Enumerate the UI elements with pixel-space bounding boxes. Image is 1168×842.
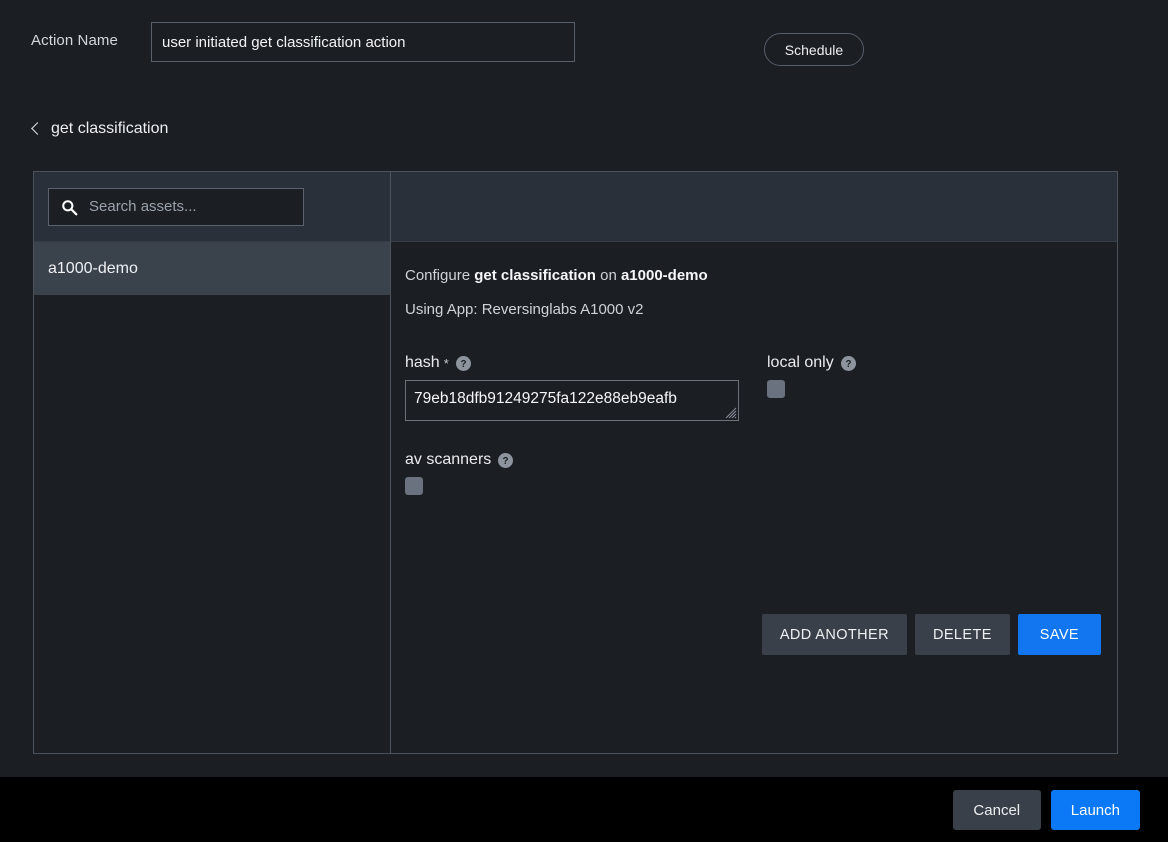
- hash-field: hash * ? 79eb18dfb91249275fa122e88eb9eaf…: [405, 354, 767, 421]
- cancel-button[interactable]: Cancel: [952, 790, 1041, 830]
- fields-container: hash * ? 79eb18dfb91249275fa122e88eb9eaf…: [405, 354, 1117, 495]
- footer-buttons: Cancel Launch: [952, 790, 1140, 830]
- assets-search-header: [34, 172, 390, 242]
- local-only-checkbox[interactable]: [767, 380, 785, 398]
- asset-list-item[interactable]: a1000-demo: [34, 242, 390, 295]
- action-name-row: Action Name Schedule: [0, 0, 1168, 88]
- using-app-label: Using App: Reversinglabs A1000 v2: [405, 301, 644, 318]
- hash-input[interactable]: 79eb18dfb91249275fa122e88eb9eafb: [406, 381, 738, 420]
- configure-title: Configure get classification on a1000-de…: [405, 267, 1117, 284]
- av-scanners-field: av scanners ?: [405, 451, 767, 495]
- config-body: Configure get classification on a1000-de…: [391, 242, 1117, 753]
- av-scanners-checkbox[interactable]: [405, 477, 423, 495]
- save-button[interactable]: SAVE: [1017, 614, 1101, 655]
- action-name-label: Action Name: [31, 32, 118, 49]
- footer-bar: Cancel Launch: [0, 777, 1168, 842]
- av-scanners-label: av scanners: [405, 451, 492, 468]
- config-column: Configure get classification on a1000-de…: [391, 172, 1117, 753]
- config-header-bar: [391, 172, 1117, 242]
- svg-text:?: ?: [845, 358, 851, 369]
- launch-button[interactable]: Launch: [1050, 790, 1140, 830]
- action-name-input[interactable]: [151, 22, 575, 62]
- hash-field-label-row: hash * ?: [405, 354, 767, 372]
- schedule-button[interactable]: Schedule: [764, 33, 864, 66]
- configure-conjunction: on: [600, 267, 617, 284]
- delete-button[interactable]: DELETE: [914, 614, 1010, 655]
- svg-text:?: ?: [460, 358, 466, 369]
- svg-text:?: ?: [503, 455, 509, 466]
- av-scanners-label-row: av scanners ?: [405, 451, 767, 469]
- assets-column: a1000-demo: [34, 172, 391, 753]
- configuration-panel: a1000-demo Configure get classification …: [33, 171, 1118, 754]
- hash-field-label: hash: [405, 354, 440, 371]
- chevron-left-icon: [31, 122, 44, 135]
- local-only-label: local only: [767, 354, 834, 371]
- search-assets-input[interactable]: [89, 198, 303, 215]
- local-only-field: local only ?: [767, 354, 1101, 398]
- breadcrumb-label: get classification: [51, 120, 169, 137]
- fields-left-column: hash * ? 79eb18dfb91249275fa122e88eb9eaf…: [405, 354, 767, 495]
- help-circle-icon[interactable]: ?: [498, 452, 514, 468]
- local-only-label-row: local only ?: [767, 354, 1101, 372]
- search-icon: [62, 199, 78, 215]
- add-another-button[interactable]: ADD ANOTHER: [761, 614, 907, 655]
- search-assets-box[interactable]: [48, 187, 304, 226]
- hash-required-marker: *: [443, 355, 449, 371]
- config-action-buttons: ADD ANOTHER DELETE SAVE: [761, 614, 1101, 655]
- help-circle-icon[interactable]: ?: [840, 355, 856, 371]
- configure-asset-name: a1000-demo: [620, 267, 708, 284]
- fields-right-column: local only ?: [767, 354, 1101, 495]
- help-circle-icon[interactable]: ?: [455, 355, 471, 371]
- hash-input-wrapper[interactable]: 79eb18dfb91249275fa122e88eb9eafb: [405, 380, 739, 421]
- configure-action-name: get classification: [474, 267, 596, 284]
- configure-prefix: Configure: [405, 267, 471, 284]
- breadcrumb[interactable]: get classification: [31, 120, 169, 138]
